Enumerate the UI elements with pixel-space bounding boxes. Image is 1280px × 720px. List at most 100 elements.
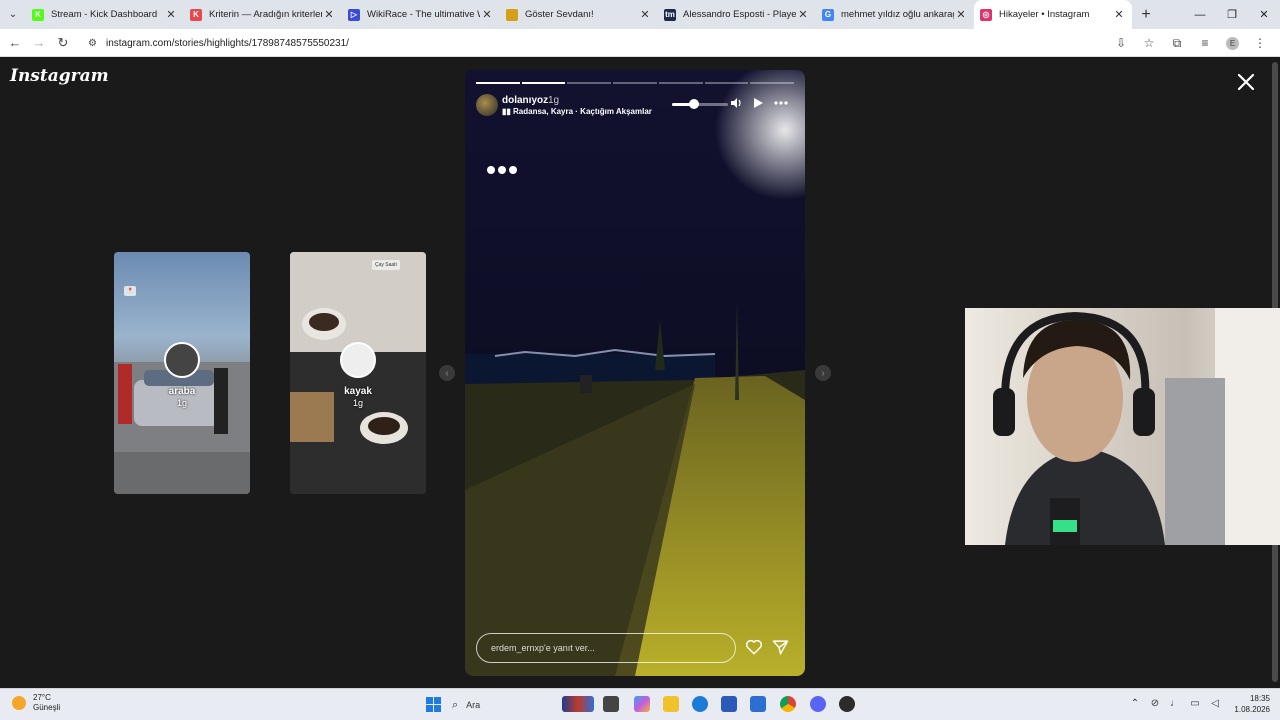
taskbar-clock[interactable]: 18:35 1.08.2026: [1230, 693, 1270, 715]
address-toolbar: ← → ↻ ⚙ instagram.com/stories/highlights…: [0, 29, 1280, 57]
network-icon[interactable]: ⊘: [1148, 697, 1162, 711]
weather-condition: Güneşli: [33, 703, 61, 712]
extensions-icon[interactable]: ⧉: [1163, 36, 1191, 51]
browser-tab[interactable]: tm Alessandro Esposti - Player pro✕: [658, 0, 816, 29]
tab-close-icon[interactable]: ✕: [1112, 8, 1126, 21]
highlight-preview-araba[interactable]: 📍 araba 1g: [114, 252, 250, 494]
user-avatar[interactable]: [476, 94, 498, 116]
previous-story-button[interactable]: ‹: [439, 365, 455, 381]
tab-close-icon[interactable]: ✕: [480, 8, 494, 21]
highlight-age: 1g: [176, 398, 187, 408]
microphone-icon[interactable]: ♩: [1168, 697, 1182, 711]
speaker-icon[interactable]: ◁: [1208, 697, 1222, 711]
close-icon[interactable]: [1234, 70, 1258, 94]
story-header: dolanıyoz 1g ▮▮ Radansa, Kayra · Kaçtığı…: [476, 94, 796, 120]
tab-close-icon[interactable]: ✕: [164, 8, 178, 21]
browser-tab[interactable]: Gmehmet yıldız oğlu ankaragücü✕: [816, 0, 974, 29]
url-bar[interactable]: ⚙ instagram.com/stories/highlights/17898…: [80, 32, 1110, 54]
progress-segment: [476, 82, 520, 84]
progress-segment: [521, 82, 566, 84]
browser-tab[interactable]: Göster Sevdanı! ✕: [500, 0, 658, 29]
music-bars-icon: ▮▮: [502, 107, 514, 116]
browser-tab[interactable]: ▷ WikiRace - The ultimative Wikip✕: [342, 0, 500, 29]
tab-close-icon[interactable]: ✕: [796, 8, 810, 21]
install-app-icon[interactable]: ⇩: [1107, 36, 1135, 50]
tab-close-icon[interactable]: ✕: [954, 8, 968, 21]
close-window-button[interactable]: ✕: [1248, 0, 1280, 29]
location-sticker: 📍: [124, 286, 137, 296]
site-info-icon[interactable]: ⚙: [88, 38, 104, 49]
play-icon[interactable]: [751, 96, 765, 110]
progress-segment: [704, 82, 749, 84]
display-icon[interactable]: ▭: [1188, 697, 1202, 711]
reload-button[interactable]: ↻: [51, 35, 75, 51]
temperature: 27°C: [33, 693, 51, 702]
volume-slider[interactable]: [672, 99, 728, 109]
media-control-icon[interactable]: ≡: [1191, 36, 1219, 50]
like-heart-icon[interactable]: [745, 638, 763, 656]
tab-close-icon[interactable]: ✕: [322, 8, 336, 21]
reply-input[interactable]: erdem_ernxp'e yanıt ver...: [476, 633, 736, 663]
browser-tab[interactable]: ◎ Hikayeler • Instagram ✕: [974, 0, 1132, 29]
edge-icon[interactable]: [692, 696, 708, 712]
share-send-icon[interactable]: [772, 639, 789, 656]
start-button[interactable]: [426, 697, 441, 712]
instagram-logo[interactable]: Instagram: [10, 66, 109, 86]
bookmark-star-icon[interactable]: ☆: [1135, 36, 1163, 50]
highlight-avatar: [164, 342, 200, 378]
sun-icon: [12, 696, 26, 710]
store-icon[interactable]: [721, 696, 737, 712]
next-story-button[interactable]: ›: [815, 365, 831, 381]
chrome-icon[interactable]: [780, 696, 796, 712]
tab-title: Stream - Kick Dashboard: [51, 9, 158, 20]
music-title: Radansa, Kayra · Kaçtığım Akşamlar: [513, 107, 652, 116]
highlight-avatar: [340, 342, 376, 378]
forward-button[interactable]: →: [27, 35, 51, 50]
browser-tab[interactable]: K Kriterin — Aradığın kriterlere ku✕: [184, 0, 342, 29]
tab-title: Göster Sevdanı!: [525, 9, 594, 20]
discord-icon[interactable]: [810, 696, 826, 712]
tab-title: Kriterin — Aradığın kriterlere ku: [209, 9, 322, 20]
tab-title: Alessandro Esposti - Player pro: [683, 9, 796, 20]
system-tray: ⌃ ⊘ ♩ ▭ ◁: [1128, 697, 1222, 711]
tab-favicon-icon: K: [190, 8, 202, 21]
story-music-label[interactable]: ▮▮ Radansa, Kayra · Kaçtığım Akşamlar: [502, 107, 652, 116]
highlight-preview-kayak[interactable]: Çay Saati kayak 1g: [290, 252, 426, 494]
maximize-button[interactable]: ❐: [1216, 0, 1248, 29]
tab-close-icon[interactable]: ✕: [638, 8, 652, 21]
new-tab-button[interactable]: +: [1132, 6, 1160, 24]
active-story[interactable]: dolanıyoz 1g ▮▮ Radansa, Kayra · Kaçtığı…: [465, 70, 805, 676]
browser-menu-icon[interactable]: ⋮: [1246, 36, 1274, 50]
volume-icon[interactable]: [729, 96, 743, 110]
story-progress-bar: [476, 82, 795, 84]
back-button[interactable]: ←: [3, 35, 27, 50]
volume-knob[interactable]: [689, 99, 700, 109]
search-highlight-image[interactable]: [562, 696, 594, 712]
story-username[interactable]: dolanıyoz: [502, 95, 548, 106]
weather-widget[interactable]: 27°C Güneşli: [12, 693, 60, 713]
more-options-icon[interactable]: [774, 96, 788, 110]
minimize-button[interactable]: —: [1184, 0, 1216, 29]
story-night-promenade-image: [465, 70, 805, 676]
streamer-webcam-image: [993, 308, 1280, 545]
highlight-title: kayak: [344, 386, 372, 397]
browser-tab[interactable]: K Stream - Kick Dashboard ✕: [26, 0, 184, 29]
tab-search-button[interactable]: ⌄: [0, 0, 26, 29]
tab-favicon-icon: G: [822, 8, 834, 21]
file-explorer-icon[interactable]: [663, 696, 679, 712]
url-text: instagram.com/stories/highlights/1789874…: [106, 37, 349, 49]
outlook-icon[interactable]: [750, 696, 766, 712]
obs-icon[interactable]: [839, 696, 855, 712]
show-hidden-icons-icon[interactable]: ⌃: [1128, 697, 1142, 711]
copilot-icon[interactable]: [634, 696, 650, 712]
highlight-age: 1g: [352, 398, 363, 408]
tab-favicon-icon: ◎: [980, 8, 992, 21]
loading-dots-icon: [487, 166, 517, 174]
tab-favicon-icon: ▷: [348, 8, 360, 21]
task-view-icon[interactable]: [603, 696, 619, 712]
progress-segment: [567, 82, 612, 84]
profile-avatar[interactable]: E: [1226, 36, 1239, 50]
highlight-title: araba: [168, 386, 196, 397]
progress-segment: [658, 82, 703, 84]
windows-taskbar: 27°C Güneşli ⌕ Ara ⌃ ⊘ ♩ ▭ ◁ 18:35 1.08.…: [0, 688, 1280, 720]
